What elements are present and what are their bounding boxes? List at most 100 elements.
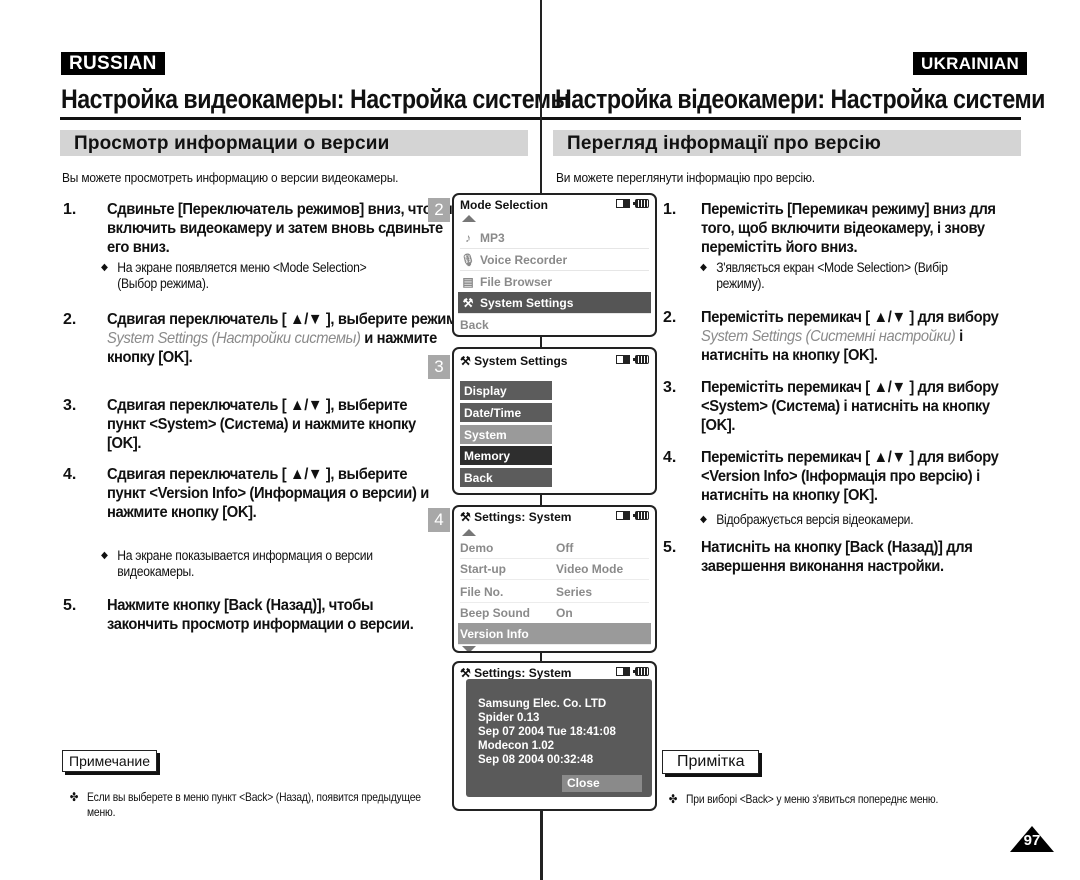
screen-title: ⚒ Settings: System	[460, 510, 572, 524]
step-badge: 2	[428, 198, 450, 222]
step-text: Натисніть на кнопку [Back (Назад)] для з…	[701, 539, 973, 575]
step-1-bullet: ◆ З'являється екран <Mode Selection> (Ви…	[700, 260, 948, 291]
intro-ukrainian: Ви можете переглянути інформацію про вер…	[556, 170, 815, 185]
step-text: Сдвигая переключатель [ ▲/▼ ], выберите …	[107, 466, 429, 521]
setting-value: Off	[556, 541, 574, 555]
music-note-icon: ♪	[465, 231, 471, 245]
step-1-bullet: ◆ На экране появляется меню <Mode Select…	[101, 260, 367, 291]
settings-tools-icon: ⚒	[460, 354, 475, 368]
step-badge: 4	[428, 508, 450, 532]
step-badge: 3	[428, 355, 450, 379]
scroll-up-icon[interactable]	[462, 215, 476, 222]
version-line: Modecon 1.02	[478, 740, 555, 752]
connector-line	[541, 653, 542, 661]
battery-icon	[633, 667, 649, 676]
setting-row-file-no[interactable]: File No. Series	[460, 581, 649, 603]
settings-tools-icon: ⚒	[460, 510, 475, 524]
step-number: 4.	[663, 449, 677, 466]
menu-item-back[interactable]: Back	[460, 314, 649, 335]
scroll-down-icon[interactable]	[462, 646, 476, 651]
step-4-bullet: ◆ На экране показывается информация о ве…	[101, 548, 373, 579]
setting-value: Series	[556, 585, 593, 599]
setting-value: Video Mode	[556, 562, 624, 576]
setting-row-beep-sound[interactable]: Beep Sound On	[460, 602, 649, 624]
version-info-popup: Samsung Elec. Co. LTD Spider 0.13 Sep 07…	[466, 679, 652, 797]
step-text: Перемістіть перемикач [ ▲/▼ ] для вибору…	[701, 449, 999, 504]
step-number: 3.	[63, 397, 77, 414]
section-title-ukrainian: Перегляд інформації про версію	[553, 130, 1021, 156]
close-button[interactable]: Close	[562, 775, 642, 792]
memory-card-icon	[616, 667, 630, 676]
menu-button-back[interactable]: Back	[460, 468, 552, 487]
clover-bullet-icon: ✤	[668, 792, 678, 806]
battery-icon	[633, 355, 649, 364]
setting-value: On	[556, 606, 573, 620]
step-number: 2.	[63, 311, 77, 328]
menu-button-display[interactable]: Display	[460, 381, 552, 400]
note-text-ukrainian: ✤ При виборі <Back> у меню з'явиться поп…	[668, 792, 939, 806]
page-number: 97	[1023, 832, 1041, 849]
step-text: Перемістіть перемикач [ ▲/▼ ] для вибору…	[701, 379, 999, 434]
battery-icon	[633, 511, 649, 520]
page-title-ukrainian: Настройка відеокамери: Настройка системи	[555, 84, 1045, 114]
scroll-up-icon[interactable]	[462, 529, 476, 536]
connector-line	[541, 811, 543, 880]
status-icons	[616, 667, 649, 676]
file-icon: ▤	[462, 275, 474, 289]
clover-bullet-icon: ✤	[69, 790, 79, 804]
memory-card-icon	[616, 355, 630, 364]
setting-row-version-info[interactable]: Version Info	[458, 623, 651, 645]
connector-line	[541, 337, 542, 347]
screen-settings-system: ⚒ Settings: System Demo Off Start-up Video…	[452, 505, 657, 653]
microphone-icon: 🎙	[460, 253, 476, 267]
screen-mode-selection: Mode Selection ♪ MP3 🎙 Voice Recorder ▤ Fil…	[452, 193, 657, 337]
screen-system-settings: ⚒ System Settings Display Date/Time Syst…	[452, 347, 657, 495]
menu-item-system-settings[interactable]: ⚒ System Settings	[458, 292, 651, 314]
menu-button-system[interactable]: System	[460, 425, 552, 444]
setting-row-demo[interactable]: Demo Off	[460, 537, 649, 559]
setting-row-start-up[interactable]: Start-up Video Mode	[460, 558, 649, 580]
diamond-bullet-icon: ◆	[101, 262, 108, 273]
step-number: 5.	[663, 539, 677, 556]
status-icons	[616, 355, 649, 364]
menu-item-file-browser[interactable]: ▤ File Browser	[460, 271, 649, 293]
step-number: 4.	[63, 466, 77, 483]
menu-button-memory[interactable]: Memory	[460, 446, 552, 465]
intro-russian: Вы можете просмотреть информацию о верси…	[62, 170, 399, 185]
settings-tools-icon: ⚒	[460, 666, 475, 680]
version-line: Sep 07 2004 Tue 18:41:08	[478, 726, 616, 738]
note-label-ukrainian: Примітка	[662, 750, 760, 774]
step-text: Перемістіть перемикач [ ▲/▼ ] для вибору…	[701, 309, 999, 364]
menu-reference: System Settings (Настройки системы)	[107, 330, 361, 347]
status-icons	[616, 511, 649, 520]
menu-reference: System Settings (Системні настройки)	[701, 328, 956, 345]
page-title-russian: Настройка видеокамеры: Настройка системы	[61, 84, 570, 114]
version-line: Sep 08 2004 00:32:48	[478, 754, 594, 766]
menu-button-date-time[interactable]: Date/Time	[460, 403, 552, 422]
step-number: 1.	[663, 201, 677, 218]
section-title-russian: Просмотр информации о версии	[60, 130, 528, 156]
language-tag-ukrainian: UKRAINIAN	[913, 52, 1028, 75]
step-text: Сдвигая переключатель [ ▲/▼ ], выберите …	[107, 311, 457, 366]
diamond-bullet-icon: ◆	[101, 550, 108, 561]
version-line: Samsung Elec. Co. LTD	[478, 698, 607, 710]
step-number: 3.	[663, 379, 677, 396]
diamond-bullet-icon: ◆	[700, 262, 707, 273]
step-number: 5.	[63, 597, 77, 614]
step-text: Сдвиньте [Переключатель режимов] вниз, ч…	[107, 201, 453, 256]
diamond-bullet-icon: ◆	[700, 514, 707, 525]
menu-item-voice-recorder[interactable]: 🎙 Voice Recorder	[460, 249, 649, 271]
note-label-russian: Примечание	[62, 750, 158, 772]
menu-item-mp3[interactable]: ♪ MP3	[460, 227, 649, 249]
step-number: 1.	[63, 201, 77, 218]
language-tag-russian: RUSSIAN	[61, 52, 165, 75]
screen-title: ⚒ Settings: System	[460, 666, 572, 680]
screen-title: Mode Selection	[460, 198, 549, 212]
note-text-russian: ✤ Если вы выберете в меню пункт <Back> (…	[69, 790, 421, 819]
memory-card-icon	[616, 511, 630, 520]
screen-title: ⚒ System Settings	[460, 354, 568, 368]
version-line: Spider 0.13	[478, 712, 540, 724]
step-4-bullet: ◆ Відображується версія відеокамери.	[700, 512, 914, 527]
status-icons	[616, 199, 649, 208]
step-text: Нажмите кнопку [Back (Назад)], чтобы зак…	[107, 597, 414, 633]
